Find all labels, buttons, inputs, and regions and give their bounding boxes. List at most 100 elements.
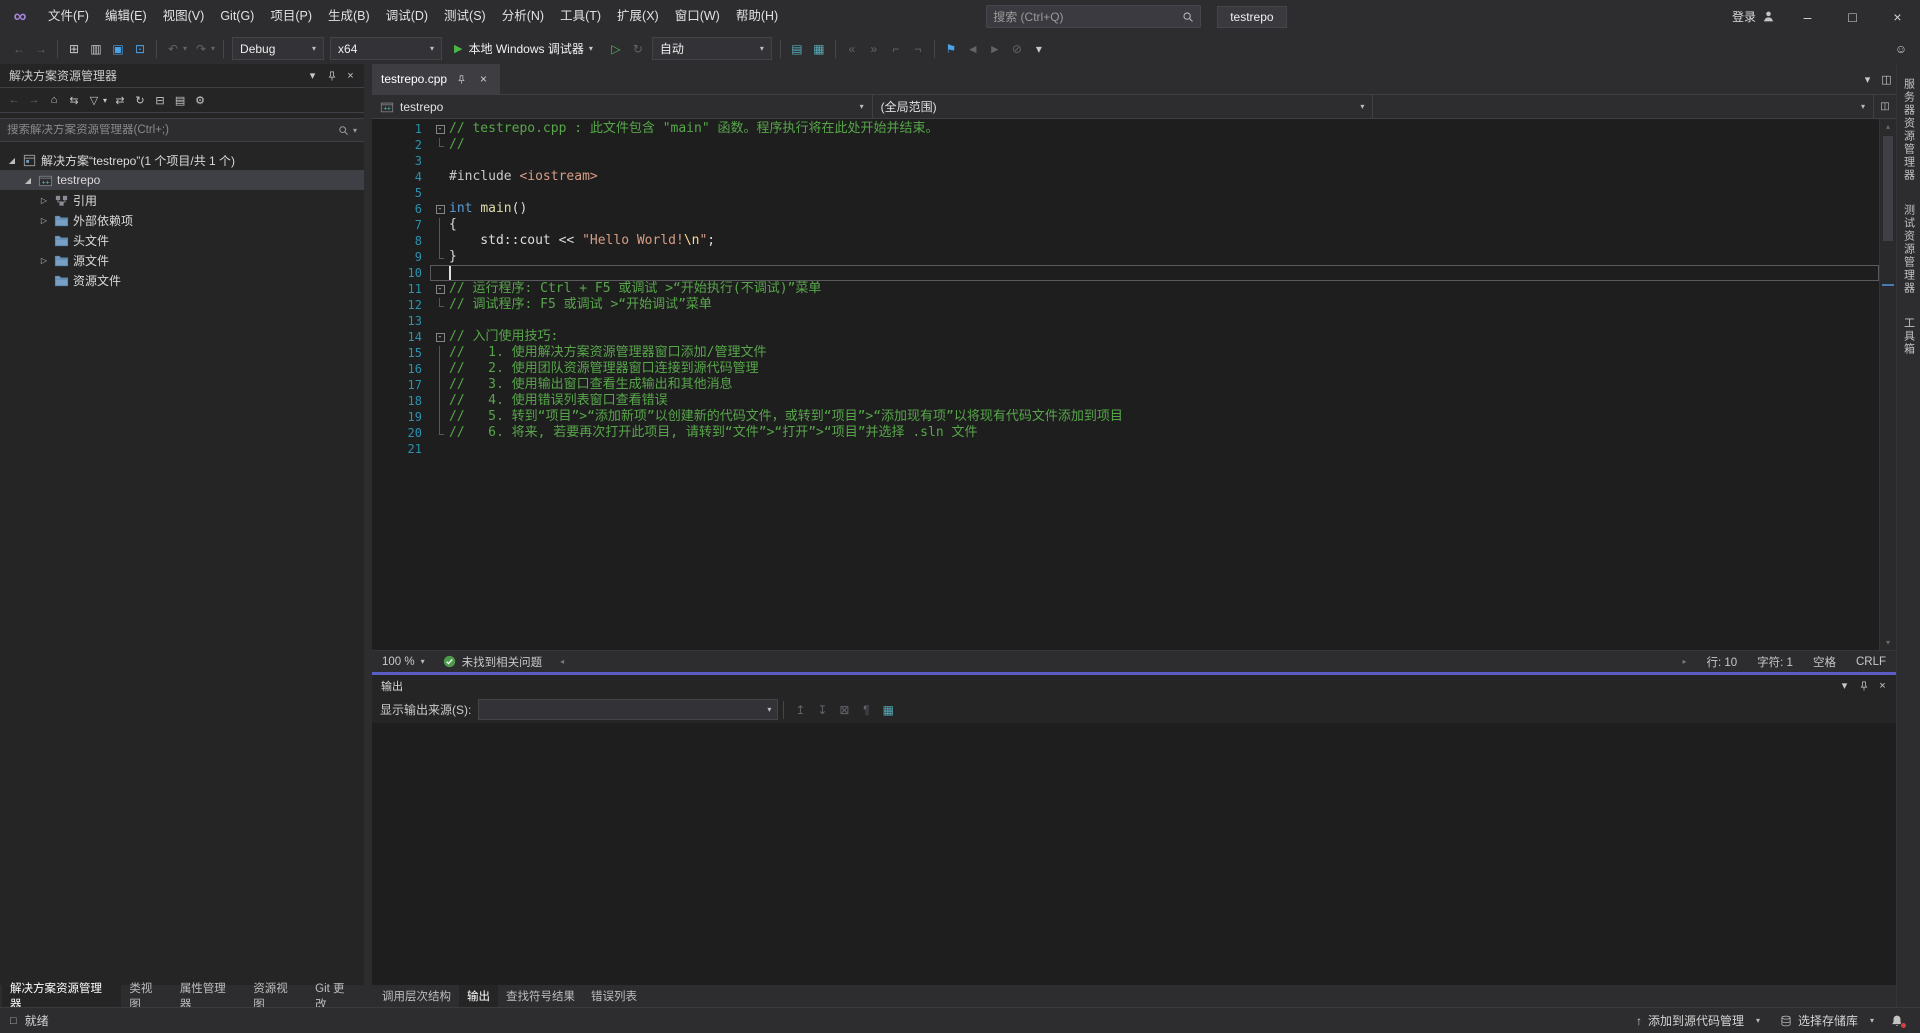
run-options-chevron-icon[interactable]: ▾ (589, 44, 593, 53)
refresh-icon[interactable]: ↻ (130, 90, 150, 110)
undo-icon[interactable]: ↶ (162, 37, 184, 61)
solution-platforms-combo[interactable]: x64▾ (330, 37, 442, 60)
breakpoint-margin[interactable] (372, 233, 386, 249)
breakpoint-margin[interactable] (372, 425, 386, 441)
code-line[interactable]: 14-// 入门使用技巧: (372, 329, 1879, 345)
window-position-chevron-icon[interactable]: ▾ (1835, 676, 1854, 695)
code-area[interactable]: 1-// testrepo.cpp : 此文件包含 "main" 函数。程序执行… (372, 119, 1879, 650)
breakpoint-margin[interactable] (372, 281, 386, 297)
search-input[interactable] (993, 10, 1182, 24)
zoom-combo[interactable]: 100 % ▾ (372, 656, 435, 668)
start-debugging-button[interactable]: ▶ 本地 Windows 调试器 ▾ (445, 36, 605, 61)
code-line[interactable]: 18// 4. 使用错误列表窗口查看错误 (372, 393, 1879, 409)
expand-arrow-icon[interactable]: ▷ (36, 216, 52, 225)
tree-item[interactable]: ▷引用 (0, 190, 364, 210)
breakpoint-margin[interactable] (372, 185, 386, 201)
explorer-back-icon[interactable]: ← (4, 90, 24, 110)
code-line[interactable]: 11-// 运行程序: Ctrl + F5 或调试 >“开始执行(不调试)”菜单 (372, 281, 1879, 297)
breakpoint-margin[interactable] (372, 121, 386, 137)
breakpoint-margin[interactable] (372, 361, 386, 377)
fold-marker-icon[interactable]: - (431, 330, 449, 344)
collapse-arrow-icon[interactable]: ◢ (20, 176, 36, 185)
breakpoint-margin[interactable] (372, 169, 386, 185)
vertical-splitter[interactable] (364, 64, 372, 1007)
pin-tab-icon[interactable] (454, 72, 469, 87)
eol-indicator[interactable]: CRLF (1846, 656, 1896, 668)
search-options-chevron-icon[interactable]: ▾ (353, 126, 357, 135)
window-position-chevron-icon[interactable]: ▾ (303, 66, 322, 85)
project-dropdown[interactable]: ++ testrepo ▾ (372, 95, 873, 118)
breakpoint-margin[interactable] (372, 441, 386, 457)
menu-item-9[interactable]: 工具(T) (552, 0, 609, 33)
menu-item-3[interactable]: Git(G) (212, 0, 262, 33)
panel-tab[interactable]: 错误列表 (583, 985, 645, 1007)
code-line[interactable]: 2// (372, 137, 1879, 153)
panel-tab[interactable]: 解决方案资源管理器 (2, 985, 121, 1007)
menu-item-11[interactable]: 窗口(W) (667, 0, 728, 33)
indent-icon[interactable]: » (863, 37, 885, 61)
clear-bookmarks-icon[interactable]: ⊘ (1006, 37, 1028, 61)
goto-previous-message-icon[interactable]: ↥ (789, 698, 811, 722)
output-content[interactable] (372, 723, 1896, 985)
code-line[interactable]: 6-int main() (372, 201, 1879, 217)
code-line[interactable]: 4#include <iostream> (372, 169, 1879, 185)
toolbar-overflow-icon[interactable]: ▾ (1028, 37, 1050, 61)
tree-item[interactable]: 资源文件 (0, 270, 364, 290)
line-indicator[interactable]: 行: 10 (1696, 654, 1747, 670)
breakpoint-margin[interactable] (372, 201, 386, 217)
autoscroll-icon[interactable]: ▦ (877, 698, 899, 722)
uncomment-icon[interactable]: ¬ (907, 37, 929, 61)
active-files-chevron-icon[interactable]: ▾ (1858, 70, 1877, 89)
show-all-files-icon[interactable]: ▤ (170, 90, 190, 110)
word-wrap-icon[interactable]: ¶ (855, 698, 877, 722)
close-icon[interactable]: × (1873, 676, 1892, 695)
code-line[interactable]: 1-// testrepo.cpp : 此文件包含 "main" 函数。程序执行… (372, 121, 1879, 137)
tree-item[interactable]: ▷外部依赖项 (0, 210, 364, 230)
panel-tab[interactable]: 属性管理器 (172, 985, 245, 1007)
quick-info-icon[interactable]: ▦ (808, 37, 830, 61)
member-list-icon[interactable]: ▤ (786, 37, 808, 61)
fold-marker-icon[interactable]: - (431, 282, 449, 296)
solution-explorer-header[interactable]: 解决方案资源管理器 ▾ × (0, 64, 364, 87)
document-health-indicator[interactable]: 未找到相关问题 (435, 654, 551, 670)
breakpoint-margin[interactable] (372, 137, 386, 153)
properties-icon[interactable]: ⚙ (190, 90, 210, 110)
panel-tab[interactable]: 资源视图 (245, 985, 307, 1007)
solution-name-badge[interactable]: testrepo (1217, 6, 1286, 28)
comment-icon[interactable]: ⌐ (885, 37, 907, 61)
scroll-up-arrow-icon[interactable]: ▴ (1880, 119, 1896, 134)
prev-bookmark-icon[interactable]: ◄ (962, 37, 984, 61)
close-button[interactable]: × (1875, 0, 1920, 33)
undo-chevron-icon[interactable]: ▾ (183, 44, 187, 53)
menu-item-10[interactable]: 扩展(X) (609, 0, 667, 33)
code-line[interactable]: 7{ (372, 217, 1879, 233)
code-line[interactable]: 15// 1. 使用解决方案资源管理器窗口添加/管理文件 (372, 345, 1879, 361)
menu-item-7[interactable]: 测试(S) (436, 0, 494, 33)
save-all-icon[interactable]: ⊡ (129, 37, 151, 61)
editor-horizontal-scrollbar[interactable]: ◂ ▸ (556, 651, 1690, 672)
code-line[interactable]: 12// 调试程序: F5 或调试 >“开始调试”菜单 (372, 297, 1879, 313)
panel-tab[interactable]: 查找符号结果 (498, 985, 583, 1007)
pending-changes-filter-chevron-icon[interactable]: ▾ (103, 96, 107, 105)
open-file-icon[interactable]: ▥ (85, 37, 107, 61)
home-icon[interactable]: ⌂ (44, 90, 64, 110)
fold-marker-icon[interactable]: - (431, 122, 449, 136)
auto-hide-tab[interactable]: 工具箱 (1901, 317, 1917, 356)
code-line[interactable]: 21 (372, 441, 1879, 457)
breakpoint-margin[interactable] (372, 249, 386, 265)
panel-tab[interactable]: 类视图 (121, 985, 171, 1007)
notifications-bell-icon[interactable] (1884, 1008, 1910, 1033)
member-dropdown[interactable]: ▾ (1373, 95, 1874, 118)
tree-item[interactable]: ◢解决方案“testrepo”(1 个项目/共 1 个) (0, 150, 364, 170)
code-line[interactable]: 20// 6. 将来, 若要再次打开此项目, 请转到“文件”>“打开”>“项目”… (372, 425, 1879, 441)
scroll-left-arrow-icon[interactable]: ◂ (556, 657, 568, 666)
breakpoint-margin[interactable] (372, 345, 386, 361)
quick-search-box[interactable] (986, 5, 1201, 28)
breakpoint-margin[interactable] (372, 409, 386, 425)
scope-dropdown[interactable]: (全局范围) ▾ (873, 95, 1374, 118)
sign-in-button[interactable]: 登录 (1722, 8, 1785, 25)
pin-icon[interactable] (322, 66, 341, 85)
tree-item[interactable]: ▷源文件 (0, 250, 364, 270)
goto-next-message-icon[interactable]: ↧ (811, 698, 833, 722)
float-window-icon[interactable]: ◫ (1877, 70, 1896, 89)
